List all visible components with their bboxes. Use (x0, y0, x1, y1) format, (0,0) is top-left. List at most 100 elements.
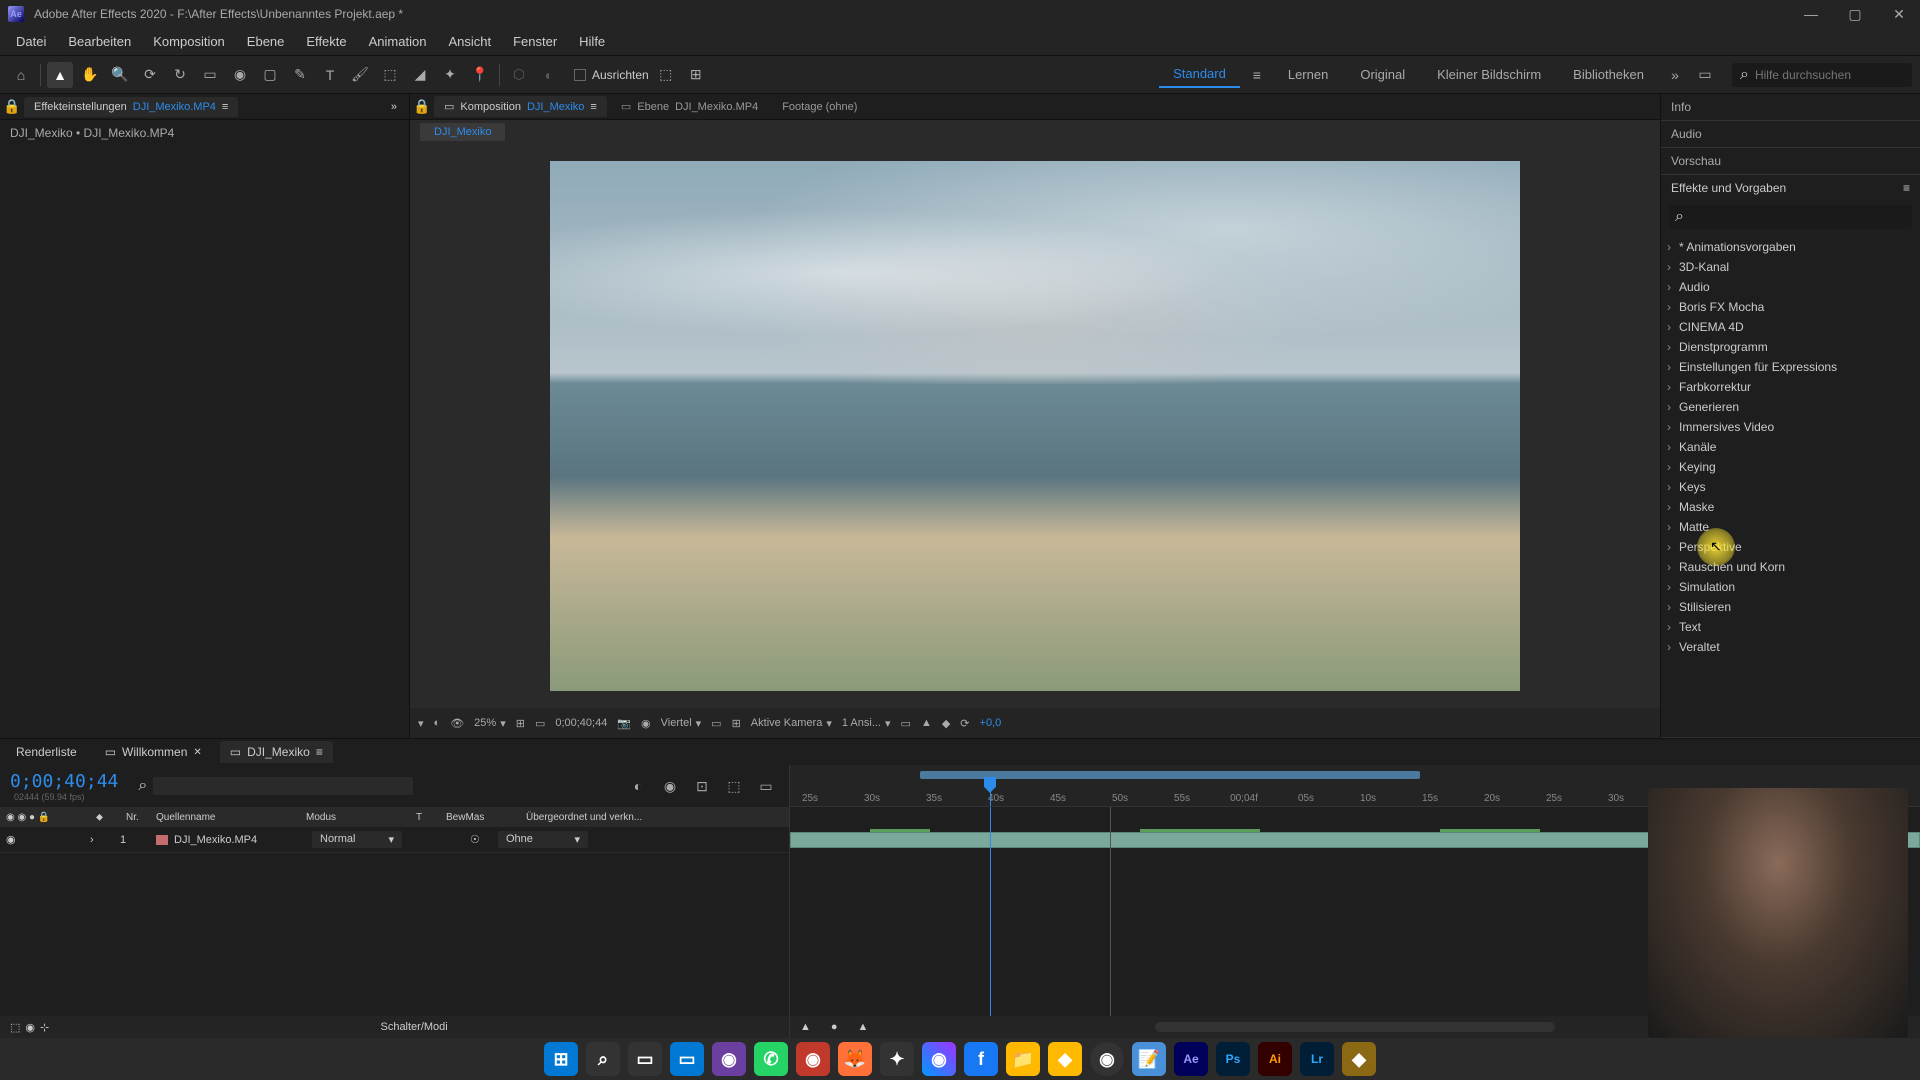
type-tool[interactable]: T (317, 62, 343, 88)
workspace-standard[interactable]: Standard (1159, 61, 1240, 88)
menu-bearbeiten[interactable]: Bearbeiten (58, 30, 141, 53)
timeline-icon-1[interactable]: ◐ (625, 773, 651, 799)
timeline-empty-area[interactable] (0, 853, 789, 1016)
timeline-icon-5[interactable]: ▭ (753, 773, 779, 799)
pan-behind-tool[interactable]: ◉ (227, 62, 253, 88)
tab-comp-menu-icon[interactable]: ≡ (316, 745, 323, 759)
eraser-tool[interactable]: ◢ (407, 62, 433, 88)
zoom-out-icon[interactable]: ▲ (800, 1021, 811, 1033)
effects-category-item[interactable]: Boris FX Mocha (1661, 297, 1920, 317)
effects-category-item[interactable]: Dienstprogramm (1661, 337, 1920, 357)
home-icon[interactable]: ⌂ (8, 62, 34, 88)
taskbar-app-4[interactable]: ✦ (880, 1042, 914, 1076)
effects-category-item[interactable]: Immersives Video (1661, 417, 1920, 437)
comp-lock-icon[interactable]: 🔒 (414, 94, 430, 120)
effects-category-item[interactable]: Rauschen und Korn (1661, 557, 1920, 577)
timeline-icon-4[interactable]: ⬚ (721, 773, 747, 799)
view-grid-icon[interactable]: ⊞ (732, 717, 741, 730)
lightroom-icon[interactable]: Lr (1300, 1042, 1334, 1076)
view-options-1[interactable]: ▭ (901, 717, 911, 730)
tab-willkommen[interactable]: ▭ Willkommen ✕ (95, 741, 212, 763)
view-3d-icon[interactable]: ▭ (711, 717, 721, 730)
layer-parent-select[interactable]: Ohne▾ (498, 831, 588, 848)
effects-category-item[interactable]: * Animationsvorgaben (1661, 237, 1920, 257)
align-checkbox[interactable]: Ausrichten (574, 68, 649, 82)
taskbar-app-6[interactable]: ◆ (1342, 1042, 1376, 1076)
firefox-icon[interactable]: 🦊 (838, 1042, 872, 1076)
layer-search-icon[interactable]: ⌕ (138, 777, 147, 795)
layer-search-input[interactable] (153, 777, 413, 795)
whatsapp-icon[interactable]: ✆ (754, 1042, 788, 1076)
clone-tool[interactable]: ⬚ (377, 62, 403, 88)
effects-category-item[interactable]: Keys (1661, 477, 1920, 497)
taskbar-app-1[interactable]: ▭ (670, 1042, 704, 1076)
messenger-icon[interactable]: ◉ (922, 1042, 956, 1076)
zoom-dropdown[interactable]: 25% ▾ (474, 717, 506, 730)
composition-viewer[interactable] (410, 144, 1660, 708)
playhead[interactable] (990, 777, 991, 806)
snapshot-icon[interactable]: 📷 (617, 717, 631, 730)
menu-hilfe[interactable]: Hilfe (569, 30, 615, 53)
exposure-value[interactable]: +0,0 (980, 717, 1002, 729)
effects-category-item[interactable]: Generieren (1661, 397, 1920, 417)
tab-menu-icon[interactable]: ≡ (222, 101, 228, 113)
snap-options-icon[interactable]: ⊞ (683, 62, 709, 88)
color-mgmt-icon[interactable]: ◉ (641, 717, 651, 730)
help-search[interactable]: ⌕ (1732, 63, 1912, 87)
orbit-tool[interactable]: ⟳ (137, 62, 163, 88)
toolbar-panel-icon[interactable]: ▭ (1692, 62, 1718, 88)
viewer-alpha-icon[interactable]: ◐ (434, 717, 441, 729)
workspace-original[interactable]: Original (1346, 62, 1419, 87)
camera-tool[interactable]: ▭ (197, 62, 223, 88)
viewer-region-icon[interactable]: ▭ (535, 717, 545, 730)
footer-icon-2[interactable]: ◉ (25, 1021, 35, 1034)
tab-effekteinstellungen[interactable]: Effekteinstellungen DJI_Mexiko.MP4 ≡ (24, 97, 238, 117)
effects-panel-menu-icon[interactable]: ≡ (1903, 181, 1910, 195)
layer-mode-select[interactable]: Normal▾ (312, 831, 402, 848)
viewer-timecode[interactable]: 0;00;40;44 (555, 717, 607, 729)
puppet-tool[interactable]: 📍 (467, 62, 493, 88)
workspace-kleiner[interactable]: Kleiner Bildschirm (1423, 62, 1555, 87)
close-icon[interactable]: ✕ (193, 747, 201, 758)
effects-search[interactable]: ⌕ (1669, 205, 1912, 229)
panel-info[interactable]: Info (1661, 94, 1920, 120)
comp-name-tab[interactable]: DJI_Mexiko (420, 123, 505, 141)
menu-ansicht[interactable]: Ansicht (438, 30, 501, 53)
tab-comp-timeline[interactable]: ▭ DJI_Mexiko ≡ (220, 741, 333, 763)
effects-category-item[interactable]: Audio (1661, 277, 1920, 297)
tab-overflow-icon[interactable]: » (383, 99, 405, 115)
zoom-in-icon[interactable]: ▲ (858, 1021, 869, 1033)
hand-tool[interactable]: ✋ (77, 62, 103, 88)
zoom-tool[interactable]: 🔍 (107, 62, 133, 88)
facebook-icon[interactable]: f (964, 1042, 998, 1076)
panel-audio[interactable]: Audio (1661, 121, 1920, 147)
snapping-icon[interactable]: ⬚ (653, 62, 679, 88)
menu-ebene[interactable]: Ebene (237, 30, 295, 53)
layer-row-1[interactable]: ◉ › 1 DJI_Mexiko.MP4 Normal▾ ☉ Ohne▾ (0, 827, 789, 853)
roto-tool[interactable]: ✦ (437, 62, 463, 88)
menu-datei[interactable]: Datei (6, 30, 56, 53)
tab-comp-menu-icon[interactable]: ≡ (590, 101, 596, 113)
effects-category-item[interactable]: Text (1661, 617, 1920, 637)
notepad-icon[interactable]: 📝 (1132, 1042, 1166, 1076)
menu-fenster[interactable]: Fenster (503, 30, 567, 53)
effects-category-item[interactable]: 3D-Kanal (1661, 257, 1920, 277)
toolbar-extra-2[interactable]: ◐ (536, 62, 562, 88)
menu-effekte[interactable]: Effekte (296, 30, 356, 53)
switches-modes-label[interactable]: Schalter/Modi (380, 1021, 447, 1033)
quality-dropdown[interactable]: Viertel ▾ (661, 717, 702, 730)
selection-tool[interactable]: ▲ (47, 62, 73, 88)
illustrator-icon[interactable]: Ai (1258, 1042, 1292, 1076)
tab-komposition[interactable]: ▭ Komposition DJI_Mexiko ≡ (434, 96, 607, 117)
task-view-icon[interactable]: ▭ (628, 1042, 662, 1076)
workspace-lernen[interactable]: Lernen (1274, 62, 1342, 87)
close-button[interactable]: ✕ (1886, 4, 1912, 24)
camera-dropdown[interactable]: Aktive Kamera ▾ (751, 717, 832, 730)
maximize-button[interactable]: ▢ (1842, 4, 1868, 24)
menu-animation[interactable]: Animation (359, 30, 437, 53)
workspace-overflow-icon[interactable]: » (1662, 62, 1688, 88)
viewer-channel-icon[interactable]: ▾ (418, 717, 424, 730)
footer-icon-3[interactable]: ⊹ (40, 1021, 49, 1034)
effects-category-item[interactable]: Keying (1661, 457, 1920, 477)
workspace-bibliotheken[interactable]: Bibliotheken (1559, 62, 1658, 87)
